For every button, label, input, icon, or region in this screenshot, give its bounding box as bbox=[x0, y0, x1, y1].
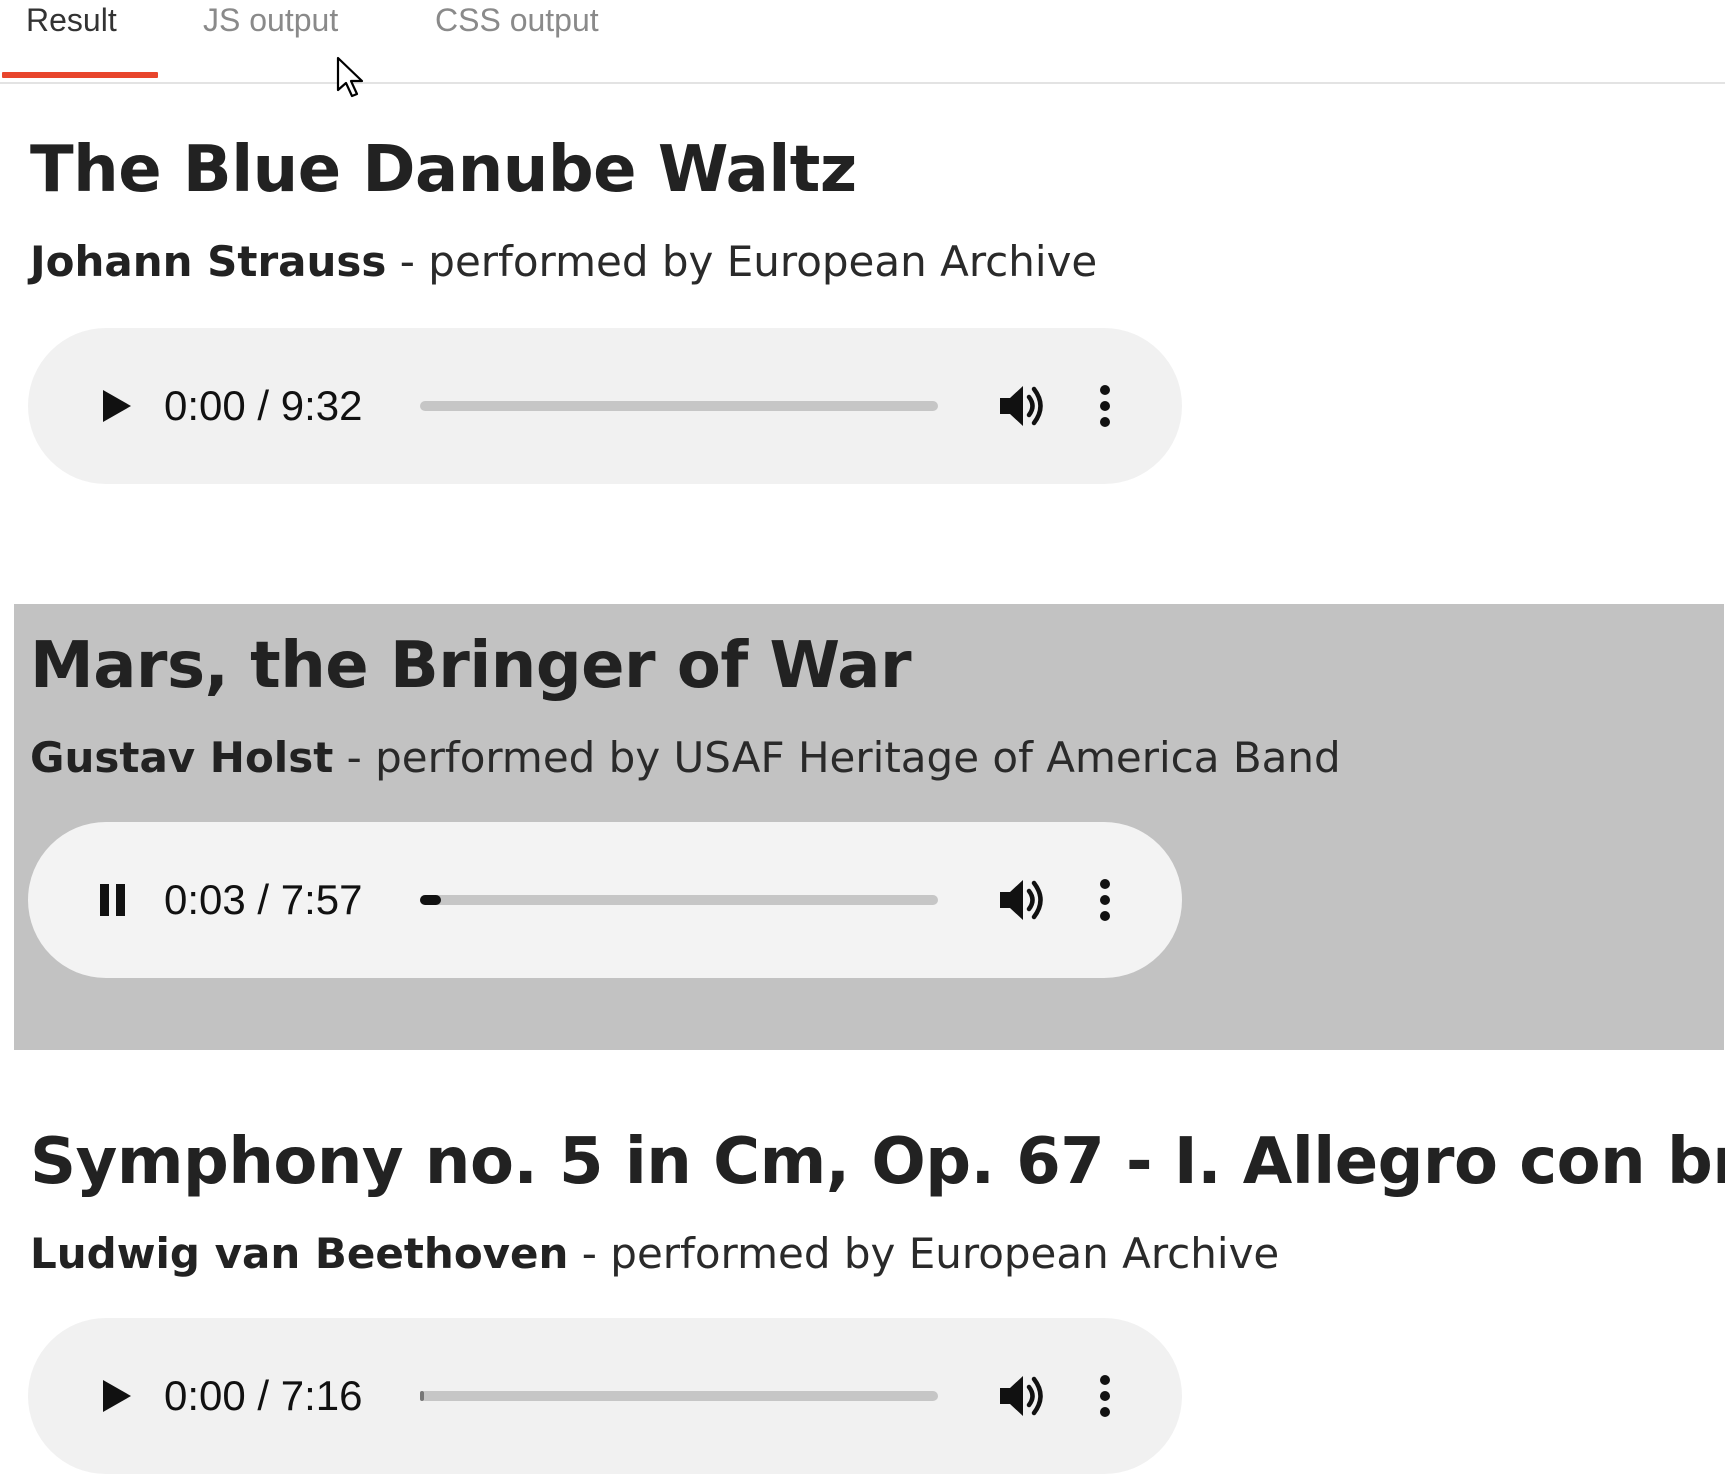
time-display: 0:00 / 9:32 bbox=[164, 382, 363, 429]
tab-css-output[interactable]: CSS output bbox=[435, 0, 599, 82]
pause-icon bbox=[100, 884, 125, 916]
audio-player: 0:00 / 7:16 bbox=[28, 1318, 1182, 1474]
track-credits: Ludwig van Beethoven - performed by Euro… bbox=[30, 1228, 1279, 1280]
performer-text: - performed by USAF Heritage of America … bbox=[333, 733, 1341, 782]
play-button[interactable] bbox=[84, 376, 144, 436]
seek-progress bbox=[420, 1391, 424, 1401]
composer-name: Gustav Holst bbox=[30, 733, 334, 782]
composer-name: Ludwig van Beethoven bbox=[30, 1229, 569, 1278]
more-options-button[interactable] bbox=[1092, 380, 1118, 432]
pause-button[interactable] bbox=[84, 870, 144, 930]
track-section-beethoven: Symphony no. 5 in Cm, Op. 67 - I. Allegr… bbox=[14, 1100, 1725, 1474]
tab-js-output[interactable]: JS output bbox=[203, 0, 338, 82]
track-credits: Gustav Holst - performed by USAF Heritag… bbox=[30, 732, 1341, 784]
composer-name: Johann Strauss bbox=[30, 237, 387, 286]
more-vertical-icon bbox=[1100, 385, 1110, 427]
more-vertical-icon bbox=[1100, 1375, 1110, 1417]
time-display: 0:03 / 7:57 bbox=[164, 876, 363, 923]
seek-bar[interactable] bbox=[420, 401, 938, 411]
volume-icon bbox=[1000, 1376, 1043, 1416]
page: Result JS output CSS output The Blue Dan… bbox=[0, 0, 1725, 1474]
volume-icon bbox=[1000, 386, 1043, 426]
performer-text: - performed by European Archive bbox=[568, 1229, 1280, 1278]
volume-button[interactable] bbox=[996, 1370, 1052, 1422]
track-title: Symphony no. 5 in Cm, Op. 67 - I. Allegr… bbox=[30, 1125, 1725, 1199]
play-icon bbox=[103, 390, 131, 422]
more-vertical-icon bbox=[1100, 879, 1110, 921]
audio-player: 0:03 / 7:57 bbox=[28, 822, 1182, 978]
more-options-button[interactable] bbox=[1092, 1370, 1118, 1422]
track-title: The Blue Danube Waltz bbox=[30, 133, 857, 207]
more-options-button[interactable] bbox=[1092, 874, 1118, 926]
seek-progress bbox=[420, 895, 441, 905]
seek-bar[interactable] bbox=[420, 895, 938, 905]
volume-button[interactable] bbox=[996, 874, 1052, 926]
mouse-cursor-icon bbox=[336, 56, 366, 100]
active-tab-indicator bbox=[2, 72, 158, 78]
volume-icon bbox=[1000, 880, 1043, 920]
track-title: Mars, the Bringer of War bbox=[30, 629, 912, 703]
output-tab-bar: Result JS output CSS output bbox=[0, 0, 1725, 84]
play-icon bbox=[103, 1380, 131, 1412]
track-credits: Johann Strauss - performed by European A… bbox=[30, 236, 1097, 288]
track-section-mars: Mars, the Bringer of War Gustav Holst - … bbox=[14, 604, 1724, 1050]
play-button[interactable] bbox=[84, 1366, 144, 1426]
volume-button[interactable] bbox=[996, 380, 1052, 432]
track-section-blue-danube: The Blue Danube Waltz Johann Strauss - p… bbox=[14, 112, 1724, 492]
audio-player: 0:00 / 9:32 bbox=[28, 328, 1182, 484]
time-display: 0:00 / 7:16 bbox=[164, 1372, 363, 1419]
performer-text: - performed by European Archive bbox=[386, 237, 1098, 286]
seek-bar[interactable] bbox=[420, 1391, 938, 1401]
tab-result[interactable]: Result bbox=[26, 0, 117, 82]
